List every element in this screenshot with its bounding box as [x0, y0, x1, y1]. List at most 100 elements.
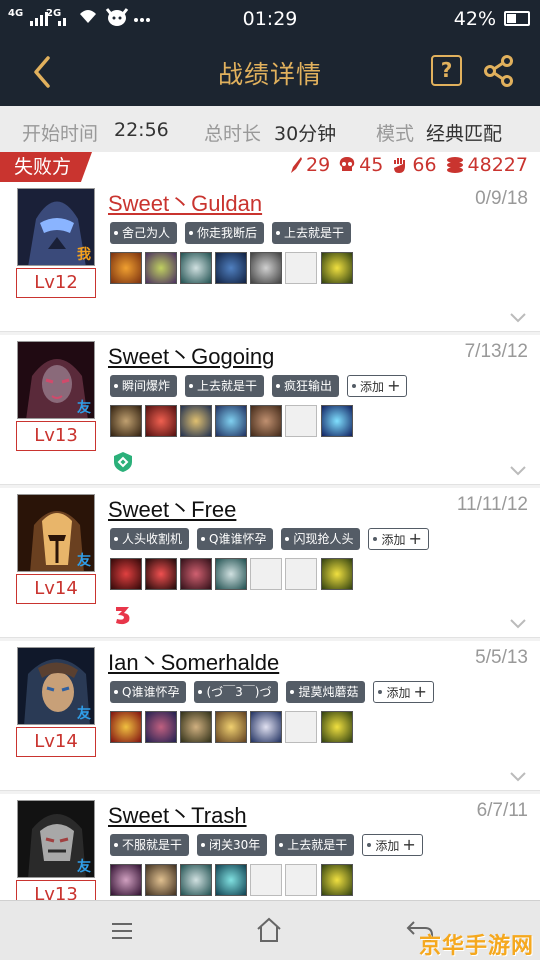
team-result-label: 失败方 [0, 152, 92, 182]
player-name[interactable]: Sweet丶Free [108, 492, 236, 524]
item-slot[interactable] [145, 252, 177, 284]
item-slot[interactable] [215, 864, 247, 896]
item-slot[interactable] [110, 711, 142, 743]
item-slots [110, 864, 353, 896]
battery-percent: 42% [453, 8, 496, 30]
impression-tag: (づ￣3￣)づ [194, 681, 279, 703]
player-tags: 舍己为人 你走我断后 上去就是干 [110, 222, 352, 244]
item-slot[interactable] [215, 558, 247, 590]
player-tags: 瞬间爆炸 上去就是干 疯狂输出 添加 + [110, 375, 408, 397]
duration-label: 总时长 [204, 123, 262, 145]
item-slot[interactable] [145, 405, 177, 437]
site-watermark: 京华手游网 [418, 934, 534, 959]
player-kda: 5/5/13 [475, 647, 528, 668]
chevron-down-icon[interactable] [510, 772, 526, 782]
trinket-slot[interactable] [321, 558, 353, 590]
item-slot[interactable] [110, 864, 142, 896]
item-slot[interactable] [250, 252, 282, 284]
trinket-slot[interactable] [321, 711, 353, 743]
player-name[interactable]: Sweet丶Gogoing [108, 339, 274, 371]
item-slot[interactable] [110, 558, 142, 590]
friend-badge: 友 [77, 400, 91, 416]
item-slot[interactable] [110, 405, 142, 437]
impression-tag: 瞬间爆炸 [110, 375, 178, 397]
champion-avatar[interactable]: 友 [17, 647, 95, 725]
friend-badge: 友 [77, 553, 91, 569]
player-level: Lv12 [16, 268, 96, 298]
player-name[interactable]: Sweet丶Guldan [108, 186, 262, 218]
champion-avatar[interactable]: 我 [17, 188, 95, 266]
item-slot[interactable] [145, 558, 177, 590]
trinket-slot[interactable] [321, 252, 353, 284]
team-kills: 29 [305, 154, 331, 176]
impression-tag: 上去就是干 [275, 834, 355, 856]
champion-avatar[interactable]: 友 [17, 341, 95, 419]
team-header: 失败方 29 45 66 48227 [0, 152, 540, 182]
player-row[interactable]: 友 Lv14 Sweet丶Free 11/11/12 人头收割机 Q谁谁怀孕 闪… [0, 488, 540, 638]
help-button[interactable]: ? [431, 55, 462, 86]
item-slot[interactable] [145, 864, 177, 896]
item-slot[interactable] [180, 558, 212, 590]
add-tag-button[interactable]: 添加 + [373, 681, 434, 703]
battery-icon [504, 11, 530, 26]
mode-label: 模式 [376, 123, 415, 145]
impression-tag: 上去就是干 [272, 222, 352, 244]
impression-tag: 你走我断后 [185, 222, 265, 244]
trinket-slot[interactable] [321, 405, 353, 437]
item-slot[interactable] [110, 252, 142, 284]
chevron-down-icon[interactable] [510, 466, 526, 476]
add-tag-button[interactable]: 添加 + [362, 834, 423, 856]
item-slot[interactable] [250, 405, 282, 437]
item-slot[interactable] [250, 711, 282, 743]
impression-tag: 舍己为人 [110, 222, 178, 244]
add-tag-label: 添加 [381, 533, 406, 547]
menu-icon[interactable] [110, 921, 134, 941]
impression-tag: 上去就是干 [185, 375, 265, 397]
add-tag-label: 添加 [360, 380, 385, 394]
item-slot-empty [285, 405, 317, 437]
item-slot[interactable] [180, 252, 212, 284]
item-slot[interactable] [215, 405, 247, 437]
self-badge: 我 [77, 247, 91, 263]
item-slot[interactable] [180, 864, 212, 896]
item-slot[interactable] [180, 711, 212, 743]
trinket-slot[interactable] [321, 864, 353, 896]
start-time-value: 22:56 [114, 119, 169, 141]
home-icon[interactable] [255, 916, 283, 944]
impression-tag: Q谁谁怀孕 [197, 528, 274, 550]
chevron-down-icon[interactable] [510, 619, 526, 629]
triple-kill-icon [116, 607, 130, 625]
player-row[interactable]: 我 Lv12 Sweet丶Guldan 0/9/18 舍己为人 你走我断后 上去… [0, 182, 540, 332]
item-slot[interactable] [145, 711, 177, 743]
impression-tag: 不服就是干 [110, 834, 190, 856]
item-slot-empty [285, 558, 317, 590]
item-slot-empty [250, 864, 282, 896]
champion-avatar[interactable]: 友 [17, 494, 95, 572]
player-name[interactable]: Sweet丶Trash [108, 798, 247, 830]
player-tags: 人头收割机 Q谁谁怀孕 闪现抢人头 添加 + [110, 528, 429, 550]
item-slots [110, 711, 353, 743]
item-slot[interactable] [180, 405, 212, 437]
plus-icon: + [402, 835, 416, 854]
add-tag-button[interactable]: 添加 + [368, 528, 429, 550]
impression-tag: 闭关30年 [197, 834, 268, 856]
player-name[interactable]: Ian丶Somerhalde [108, 645, 279, 677]
team-gold: 48227 [467, 154, 528, 176]
add-tag-label: 添加 [375, 839, 400, 853]
share-button[interactable] [482, 54, 516, 88]
gold-icon [446, 157, 463, 173]
shield-badge-icon [114, 452, 132, 472]
player-kda: 6/7/11 [476, 800, 528, 821]
plus-icon: + [408, 529, 422, 548]
item-slot[interactable] [215, 252, 247, 284]
add-tag-button[interactable]: 添加 + [347, 375, 408, 397]
champion-avatar[interactable]: 友 [17, 800, 95, 878]
assist-hand-icon [394, 158, 406, 173]
kill-icon [290, 157, 302, 173]
item-slot[interactable] [215, 711, 247, 743]
chevron-down-icon[interactable] [510, 313, 526, 323]
item-slot-empty [285, 252, 317, 284]
player-row[interactable]: 友 Lv14 Ian丶Somerhalde 5/5/13 Q谁谁怀孕 (づ￣3￣… [0, 641, 540, 791]
mode-value: 经典匹配 [426, 123, 503, 145]
player-row[interactable]: 友 Lv13 Sweet丶Gogoing 7/13/12 瞬间爆炸 上去就是干 … [0, 335, 540, 485]
